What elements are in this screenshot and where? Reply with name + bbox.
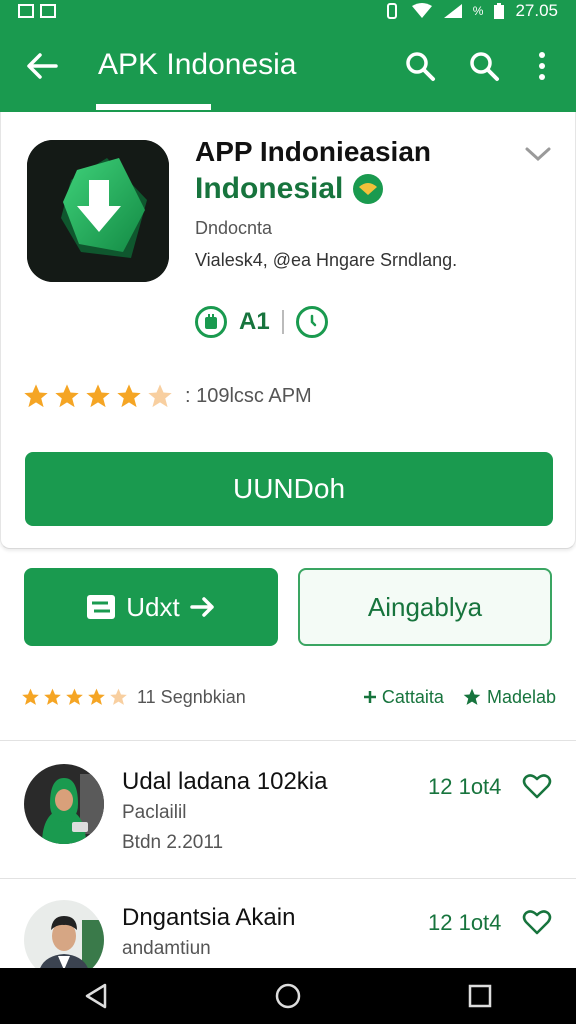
star-icon bbox=[44, 688, 61, 705]
favorite-link-label: Madelab bbox=[486, 686, 556, 707]
reviewer-photo-icon bbox=[24, 900, 104, 968]
like-button[interactable] bbox=[522, 772, 554, 802]
review-count: 12 1ot4 bbox=[428, 910, 502, 935]
star-icon bbox=[463, 688, 481, 705]
verified-badge-icon bbox=[353, 174, 384, 204]
reviewer-photo-icon bbox=[24, 764, 104, 844]
meta-divider bbox=[281, 310, 284, 334]
app-bar-title: APK Indonesia bbox=[98, 48, 297, 81]
content-rating-label: A1 bbox=[239, 308, 270, 335]
review-item[interactable]: Udal ladana 102kia Paclailil Btdn 2.2011… bbox=[0, 742, 576, 872]
avatar bbox=[24, 900, 104, 968]
check-notification-icon bbox=[18, 4, 34, 18]
search-icon bbox=[470, 52, 499, 81]
review-line-1: Paclailil bbox=[122, 802, 187, 823]
star-icon bbox=[24, 384, 48, 408]
search-icon bbox=[406, 52, 435, 81]
action-row: Udxt Aingablya bbox=[24, 568, 552, 648]
expand-chevron-button[interactable] bbox=[523, 144, 557, 168]
stats-row: 11 Segnbkian Cattaita Madelab bbox=[20, 682, 556, 712]
update-label: Udxt bbox=[126, 591, 180, 622]
update-icon bbox=[87, 595, 116, 619]
half-star-icon bbox=[148, 384, 172, 408]
star-icon bbox=[88, 688, 105, 705]
battery-icon bbox=[494, 3, 505, 19]
wifi-icon bbox=[411, 3, 432, 18]
reviews-count-text: 11 Segnbkian bbox=[137, 686, 246, 707]
nav-recents-button[interactable] bbox=[460, 976, 500, 1016]
star-icon bbox=[22, 688, 39, 705]
status-bar: % 27.05 bbox=[0, 0, 576, 22]
developer-name[interactable]: Dndocnta bbox=[195, 218, 272, 239]
app-bar: APK Indonesia bbox=[0, 22, 576, 112]
review-line-2: Btdn 2.2011 bbox=[122, 832, 224, 853]
app-subtitle: Indonesial bbox=[195, 172, 344, 205]
app-description: Vialesk4, @ea Hngare Srndlang. bbox=[195, 250, 458, 270]
plus-icon bbox=[363, 691, 376, 703]
review-count: 12 1ot4 bbox=[428, 774, 502, 799]
circle-home-icon bbox=[275, 983, 301, 1009]
status-time: 27.05 bbox=[515, 1, 558, 20]
add-link[interactable]: Cattaita bbox=[363, 687, 444, 708]
review-title: Udal ladana 102kia bbox=[122, 768, 328, 795]
heart-icon bbox=[522, 910, 552, 935]
more-vertical-icon bbox=[539, 52, 545, 80]
review-line-1: andamtiun bbox=[122, 938, 211, 959]
back-button[interactable] bbox=[22, 46, 62, 86]
update-button[interactable]: Udxt bbox=[24, 568, 278, 646]
review-item[interactable]: Dngantsia Akain andamtiun 12 1ot4 bbox=[0, 880, 576, 968]
rating-text: : 109lcsc APM bbox=[185, 384, 312, 407]
arrow-right-icon bbox=[189, 597, 214, 617]
review-title: Dngantsia Akain bbox=[122, 904, 296, 931]
title-tab-indicator bbox=[96, 104, 211, 110]
app-notification-icon bbox=[40, 4, 56, 18]
app-icon bbox=[27, 140, 169, 282]
add-link-label: Cattaita bbox=[381, 686, 444, 707]
section-divider bbox=[0, 878, 576, 879]
rating-row: : 109lcsc APM bbox=[21, 382, 312, 410]
status-icons-right: % 27.05 bbox=[383, 1, 558, 21]
content-rating-icon bbox=[195, 306, 227, 338]
vibrate-icon bbox=[386, 3, 397, 19]
like-button[interactable] bbox=[522, 908, 554, 938]
avatar bbox=[24, 764, 104, 844]
status-icons-left bbox=[18, 4, 56, 18]
star-icon bbox=[66, 688, 83, 705]
star-icon bbox=[117, 384, 141, 408]
open-button[interactable]: Aingablya bbox=[298, 568, 552, 646]
percent-glyph: % bbox=[472, 4, 484, 18]
favorite-link[interactable]: Madelab bbox=[462, 687, 556, 708]
stats-links: Cattaita Madelab bbox=[363, 687, 556, 708]
install-button[interactable]: UUNDoh bbox=[25, 452, 553, 526]
section-divider bbox=[0, 740, 576, 741]
triangle-back-icon bbox=[85, 983, 107, 1009]
app-logo-download-icon bbox=[27, 140, 169, 282]
app-meta-row: A1 bbox=[195, 306, 328, 338]
nav-back-button[interactable] bbox=[76, 976, 116, 1016]
star-icon bbox=[86, 384, 110, 408]
search-alt-button[interactable] bbox=[464, 46, 504, 86]
system-nav-bar bbox=[0, 968, 576, 1024]
search-button[interactable] bbox=[400, 46, 440, 86]
clock-icon bbox=[295, 306, 328, 338]
arrow-left-icon bbox=[27, 53, 58, 79]
app-subtitle-row: Indonesial bbox=[195, 172, 384, 206]
app-detail-card: APP Indonieasian Indonesial Dndocnta Via… bbox=[0, 112, 576, 549]
app-name: APP Indonieasian bbox=[195, 136, 431, 167]
stats-rating-stars bbox=[20, 687, 129, 707]
rating-stars bbox=[21, 382, 175, 410]
signal-icon bbox=[443, 4, 462, 18]
nav-home-button[interactable] bbox=[268, 976, 308, 1016]
half-star-icon bbox=[110, 688, 127, 705]
stats-rating: 11 Segnbkian bbox=[20, 687, 246, 708]
overflow-menu-button[interactable] bbox=[522, 46, 562, 86]
heart-icon bbox=[522, 774, 552, 799]
chevron-down-icon bbox=[525, 147, 551, 162]
square-recents-icon bbox=[468, 984, 492, 1008]
star-icon bbox=[55, 384, 79, 408]
